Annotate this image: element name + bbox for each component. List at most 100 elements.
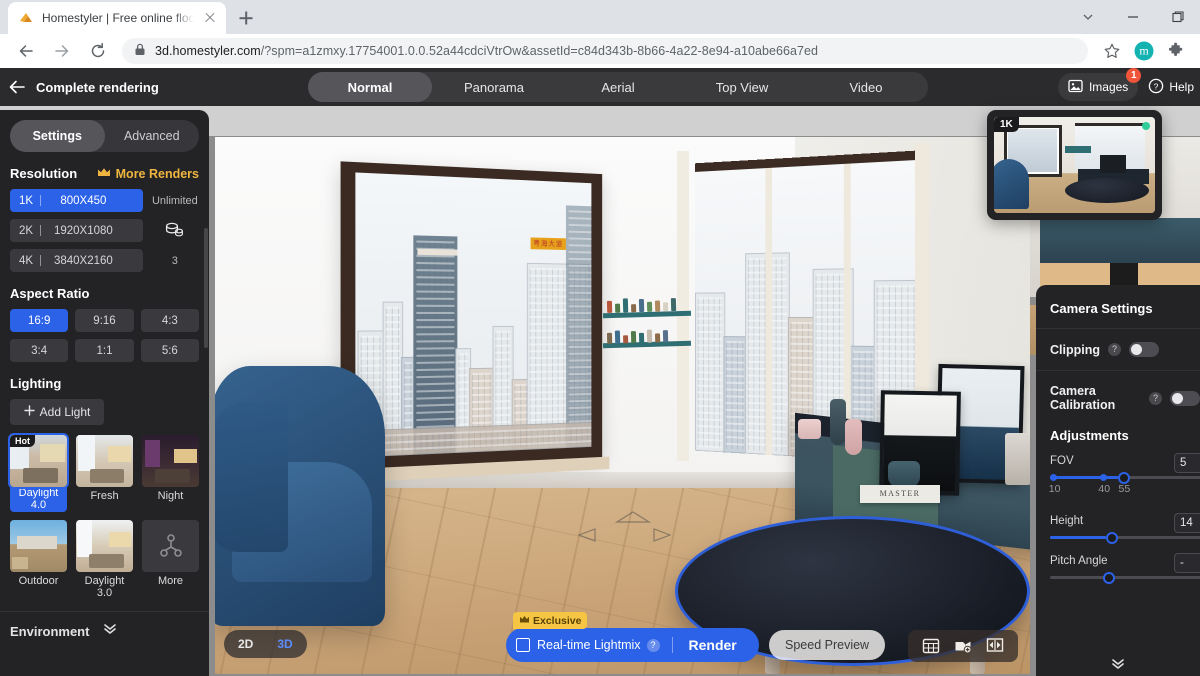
lock-icon: [134, 43, 146, 59]
tab-top-view-label: Top View: [716, 80, 769, 95]
lighting-preset-more[interactable]: More: [142, 520, 199, 599]
clipping-label: Clipping: [1050, 343, 1100, 357]
aspect-ratio-1-1[interactable]: 1:1: [75, 339, 133, 362]
fov-slider-track[interactable]: [1050, 476, 1200, 479]
aspect-ratio-5-6[interactable]: 5:6: [141, 339, 199, 362]
aspect-ratio-9-16[interactable]: 9:16: [75, 309, 133, 332]
render-bar: Real-time Lightmix ? Render: [506, 628, 759, 662]
tab-top-view[interactable]: Top View: [680, 72, 804, 102]
resolution-option-4k[interactable]: 4K 3840X2160: [10, 249, 143, 272]
height-input[interactable]: 14: [1174, 513, 1200, 533]
browser-window: 粤海大道 MASTER Homestyler | Free online flo…: [0, 0, 1200, 676]
height-value: 14: [1180, 517, 1193, 529]
chevron-down-icon[interactable]: [1065, 0, 1110, 34]
grid-view-icon[interactable]: [922, 637, 940, 655]
add-light-button[interactable]: Add Light: [10, 399, 104, 425]
speed-preview-button[interactable]: Speed Preview: [769, 630, 885, 660]
back-arrow-icon[interactable]: [12, 37, 40, 65]
lighting-preset-daylight-3[interactable]: Daylight 3.0: [76, 520, 133, 599]
resolution-title: Resolution: [10, 166, 77, 181]
reload-icon[interactable]: [84, 37, 112, 65]
aspect-ratio-4-3[interactable]: 4:3: [141, 309, 199, 332]
lighting-preset-label: Night: [142, 490, 199, 502]
help-button-label: Help: [1169, 80, 1194, 94]
fov-slider-knob[interactable]: [1118, 472, 1130, 484]
fov-input[interactable]: 5: [1174, 453, 1200, 473]
tab-normal[interactable]: Normal: [308, 72, 432, 102]
lighting-section: Lighting Add Light Hot Daylight 4.0 Fres…: [0, 376, 209, 599]
resolution-option-1k[interactable]: 1K 800X450: [10, 189, 143, 212]
resolution-divider: [40, 255, 41, 266]
city-skyline: 粤海大道: [355, 172, 591, 457]
toggle-knob: [1131, 344, 1142, 355]
camera-calibration-toggle[interactable]: [1170, 391, 1200, 406]
lighting-preset-label: Daylight 3.0: [76, 575, 133, 599]
lighting-thumb: [76, 435, 133, 487]
maximize-icon[interactable]: [1155, 0, 1200, 34]
window-glass: 粤海大道: [355, 172, 591, 457]
render-button[interactable]: Render: [685, 637, 759, 653]
realtime-lightmix-checkbox[interactable]: [516, 638, 530, 652]
lighting-preset-night[interactable]: Night: [142, 435, 199, 512]
pitch-angle-slider-knob[interactable]: [1103, 572, 1115, 584]
panel-collapse-button[interactable]: [1036, 658, 1200, 670]
settings-sidebar: Settings Advanced Resolution More Render…: [0, 110, 209, 676]
lighting-preset-fresh[interactable]: Fresh: [76, 435, 133, 512]
scene-bowl-pink: [798, 419, 821, 439]
tab-video[interactable]: Video: [804, 72, 928, 102]
address-bar[interactable]: 3d.homestyler.com/?spm=a1zmxy.17754001.0…: [122, 38, 1088, 64]
tab-normal-label: Normal: [348, 80, 393, 95]
tab-panorama[interactable]: Panorama: [432, 72, 556, 102]
question-icon[interactable]: ?: [1149, 392, 1162, 405]
mode-tabs: Normal Panorama Aerial Top View Video: [308, 72, 928, 102]
render-preview-thumbnail[interactable]: 1K: [994, 117, 1155, 213]
coins-icon: [151, 221, 199, 241]
more-renders-button[interactable]: More Renders: [97, 167, 199, 181]
clipping-toggle[interactable]: [1129, 342, 1159, 357]
aspect-ratio-16-9[interactable]: 16:9: [10, 309, 68, 332]
double-chevron-down-icon[interactable]: [103, 622, 117, 640]
close-icon[interactable]: [202, 10, 218, 26]
question-icon[interactable]: ?: [1108, 343, 1121, 356]
environment-section[interactable]: Environment: [0, 612, 209, 640]
page-title: Complete rendering: [36, 80, 159, 95]
help-button[interactable]: ? Help: [1142, 78, 1194, 97]
question-icon[interactable]: ?: [647, 639, 660, 652]
viewport-gizmo-left[interactable]: [578, 528, 598, 547]
fit-width-icon[interactable]: [986, 637, 1004, 655]
bookmark-star-icon[interactable]: [1099, 38, 1125, 64]
preview-quality-badge: 1K: [994, 117, 1019, 132]
viewport-gizmo-right[interactable]: [651, 528, 671, 547]
lighting-preset-outdoor[interactable]: Outdoor: [10, 520, 67, 599]
lighting-preset-daylight-4[interactable]: Hot Daylight 4.0: [10, 435, 67, 512]
back-arrow-icon[interactable]: [8, 78, 26, 96]
render-scene[interactable]: 粤海大道 MASTER: [215, 137, 1030, 674]
dimension-3d[interactable]: 3D: [269, 637, 300, 651]
add-camera-icon[interactable]: [954, 637, 972, 655]
pitch-angle-slider-track[interactable]: [1050, 576, 1200, 579]
resolution-option-2k[interactable]: 2K 1920X1080: [10, 219, 143, 242]
lighting-header: Lighting: [10, 376, 199, 391]
forward-arrow-icon[interactable]: [48, 37, 76, 65]
pitch-angle-input[interactable]: -: [1174, 553, 1200, 573]
scene-shelf-decor-upper: [607, 295, 676, 313]
aspect-ratio-1-1-label: 1:1: [96, 345, 112, 357]
profile-avatar[interactable]: m: [1131, 38, 1157, 64]
tab-settings[interactable]: Settings: [10, 120, 105, 152]
plus-icon[interactable]: [232, 4, 260, 32]
minimize-icon[interactable]: [1110, 0, 1155, 34]
sidebar-scrollbar[interactable]: [204, 228, 208, 348]
dimension-2d[interactable]: 2D: [230, 637, 261, 651]
render-preview-card[interactable]: 1K: [987, 110, 1162, 220]
aspect-ratio-4-3-label: 4:3: [162, 315, 178, 327]
tab-advanced[interactable]: Advanced: [105, 120, 200, 152]
resolution-side-4k: 3: [151, 255, 199, 267]
images-button[interactable]: Images 1: [1058, 73, 1138, 101]
aspect-ratio-3-4[interactable]: 3:4: [10, 339, 68, 362]
aspect-ratio-9-16-label: 9:16: [93, 315, 115, 327]
extensions-puzzle-icon[interactable]: [1163, 38, 1189, 64]
browser-tab[interactable]: Homestyler | Free online floor pla: [8, 2, 226, 34]
viewport-gizmo-top[interactable]: [615, 511, 651, 529]
tab-aerial[interactable]: Aerial: [556, 72, 680, 102]
camera-settings-panel: Camera Settings Clipping ? Camera Calibr…: [1036, 285, 1200, 676]
